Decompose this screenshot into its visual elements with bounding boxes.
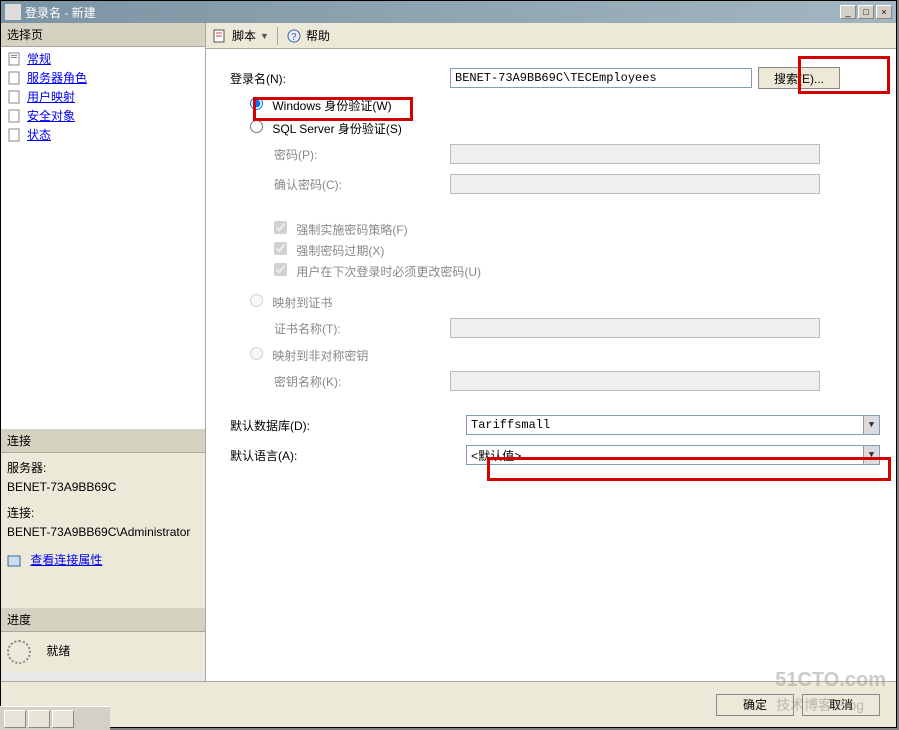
progress-panel: 就绪 xyxy=(1,632,205,672)
key-name-label: 密钥名称(K): xyxy=(230,373,450,390)
view-connection-properties[interactable]: 查看连接属性 xyxy=(30,553,102,567)
radio-sql-auth[interactable]: SQL Server 身份验证(S) xyxy=(250,122,402,136)
toolbar: 脚本 ▼ ? 帮助 xyxy=(206,23,896,49)
radio-windows-auth-label: Windows 身份验证(W) xyxy=(272,99,391,113)
close-button[interactable]: × xyxy=(876,5,892,19)
dialog-footer: 确定 取消 xyxy=(1,681,896,727)
password-label: 密码(P): xyxy=(230,146,450,163)
content-area: 登录名(N): 搜索(E)... Windows 身份验证(W) SQL Ser… xyxy=(206,49,896,683)
nav-server-roles-label: 服务器角色 xyxy=(27,69,87,86)
maximize-button[interactable]: □ xyxy=(858,5,874,19)
select-page-header: 选择页 xyxy=(1,23,205,47)
enforce-expiry-label: 强制密码过期(X) xyxy=(296,244,384,258)
script-button[interactable]: 脚本 xyxy=(232,27,256,44)
nav-user-mapping-label: 用户映射 xyxy=(27,88,75,105)
default-db-label: 默认数据库(D): xyxy=(230,417,466,434)
enforce-expiry-row: 强制密码过期(X) xyxy=(230,242,880,259)
default-db-select[interactable]: Tariffsmall ▼ xyxy=(466,415,880,435)
page-icon xyxy=(7,109,23,123)
page-icon xyxy=(7,71,23,85)
nav-securables-label: 安全对象 xyxy=(27,107,75,124)
radio-windows-auth-input[interactable] xyxy=(250,97,263,110)
svg-text:?: ? xyxy=(291,32,297,43)
server-value: BENET-73A9BB69C xyxy=(7,480,199,494)
enforce-policy-label: 强制实施密码策略(F) xyxy=(296,223,407,237)
nav-user-mapping[interactable]: 用户映射 xyxy=(3,87,203,106)
connection-panel: 服务器: BENET-73A9BB69C 连接: BENET-73A9BB69C… xyxy=(1,453,205,608)
radio-map-asymkey-label: 映射到非对称密钥 xyxy=(272,349,368,363)
radio-map-cert-label: 映射到证书 xyxy=(272,296,332,310)
radio-map-asymkey-input xyxy=(250,347,263,360)
page-nav-list: 常规 服务器角色 用户映射 安全对象 状态 xyxy=(1,47,205,429)
cert-name-label: 证书名称(T): xyxy=(230,320,450,337)
page-icon xyxy=(7,52,23,66)
page-icon xyxy=(7,128,23,142)
taskbar xyxy=(0,706,110,730)
nav-server-roles[interactable]: 服务器角色 xyxy=(3,68,203,87)
must-change-checkbox xyxy=(274,263,287,276)
radio-windows-auth[interactable]: Windows 身份验证(W) xyxy=(250,99,392,113)
must-change-label: 用户在下次登录时必须更改密码(U) xyxy=(296,265,481,279)
login-name-label: 登录名(N): xyxy=(230,70,450,87)
radio-map-asymkey: 映射到非对称密钥 xyxy=(250,349,368,363)
page-icon xyxy=(7,90,23,104)
taskbar-btn-3[interactable] xyxy=(52,710,74,728)
key-name-input xyxy=(450,371,820,391)
chevron-down-icon: ▼ xyxy=(863,446,879,464)
cert-name-input xyxy=(450,318,820,338)
server-icon xyxy=(7,554,23,568)
app-icon xyxy=(5,4,21,20)
script-dropdown-icon[interactable]: ▼ xyxy=(260,31,269,41)
nav-general-label: 常规 xyxy=(27,50,51,67)
search-button[interactable]: 搜索(E)... xyxy=(758,67,840,89)
ready-label: 就绪 xyxy=(46,644,70,658)
ok-button[interactable]: 确定 xyxy=(716,694,794,716)
radio-map-cert: 映射到证书 xyxy=(250,296,332,310)
window-title: 登录名 - 新建 xyxy=(25,4,840,21)
enforce-policy-row: 强制实施密码策略(F) xyxy=(230,221,880,238)
spinner-icon xyxy=(7,640,31,664)
default-lang-select[interactable]: <默认值> ▼ xyxy=(466,445,880,465)
login-name-input[interactable] xyxy=(450,68,752,88)
confirm-password-label: 确认密码(C): xyxy=(230,176,450,193)
confirm-password-input xyxy=(450,174,820,194)
default-lang-value: <默认值> xyxy=(471,447,521,464)
default-lang-label: 默认语言(A): xyxy=(230,447,466,464)
radio-sql-auth-input[interactable] xyxy=(250,120,263,133)
must-change-row: 用户在下次登录时必须更改密码(U) xyxy=(230,263,880,280)
nav-status[interactable]: 状态 xyxy=(3,125,203,144)
chevron-down-icon: ▼ xyxy=(863,416,879,434)
connection-label: 连接: xyxy=(7,504,199,521)
help-icon: ? xyxy=(286,28,302,44)
nav-status-label: 状态 xyxy=(27,126,51,143)
connection-header: 连接 xyxy=(1,429,205,453)
radio-sql-auth-label: SQL Server 身份验证(S) xyxy=(272,122,402,136)
default-db-value: Tariffsmall xyxy=(471,418,550,432)
taskbar-btn-1[interactable] xyxy=(4,710,26,728)
server-label: 服务器: xyxy=(7,459,199,476)
nav-securables[interactable]: 安全对象 xyxy=(3,106,203,125)
taskbar-btn-2[interactable] xyxy=(28,710,50,728)
minimize-button[interactable]: _ xyxy=(840,5,856,19)
password-input xyxy=(450,144,820,164)
enforce-expiry-checkbox xyxy=(274,242,287,255)
radio-map-cert-input xyxy=(250,294,263,307)
help-button[interactable]: 帮助 xyxy=(306,27,330,44)
connection-value: BENET-73A9BB69C\Administrator xyxy=(7,525,199,539)
cancel-button[interactable]: 取消 xyxy=(802,694,880,716)
nav-general[interactable]: 常规 xyxy=(3,49,203,68)
titlebar: 登录名 - 新建 _ □ × xyxy=(1,1,896,23)
script-icon xyxy=(212,28,228,44)
enforce-policy-checkbox xyxy=(274,221,287,234)
progress-header: 进度 xyxy=(1,608,205,632)
